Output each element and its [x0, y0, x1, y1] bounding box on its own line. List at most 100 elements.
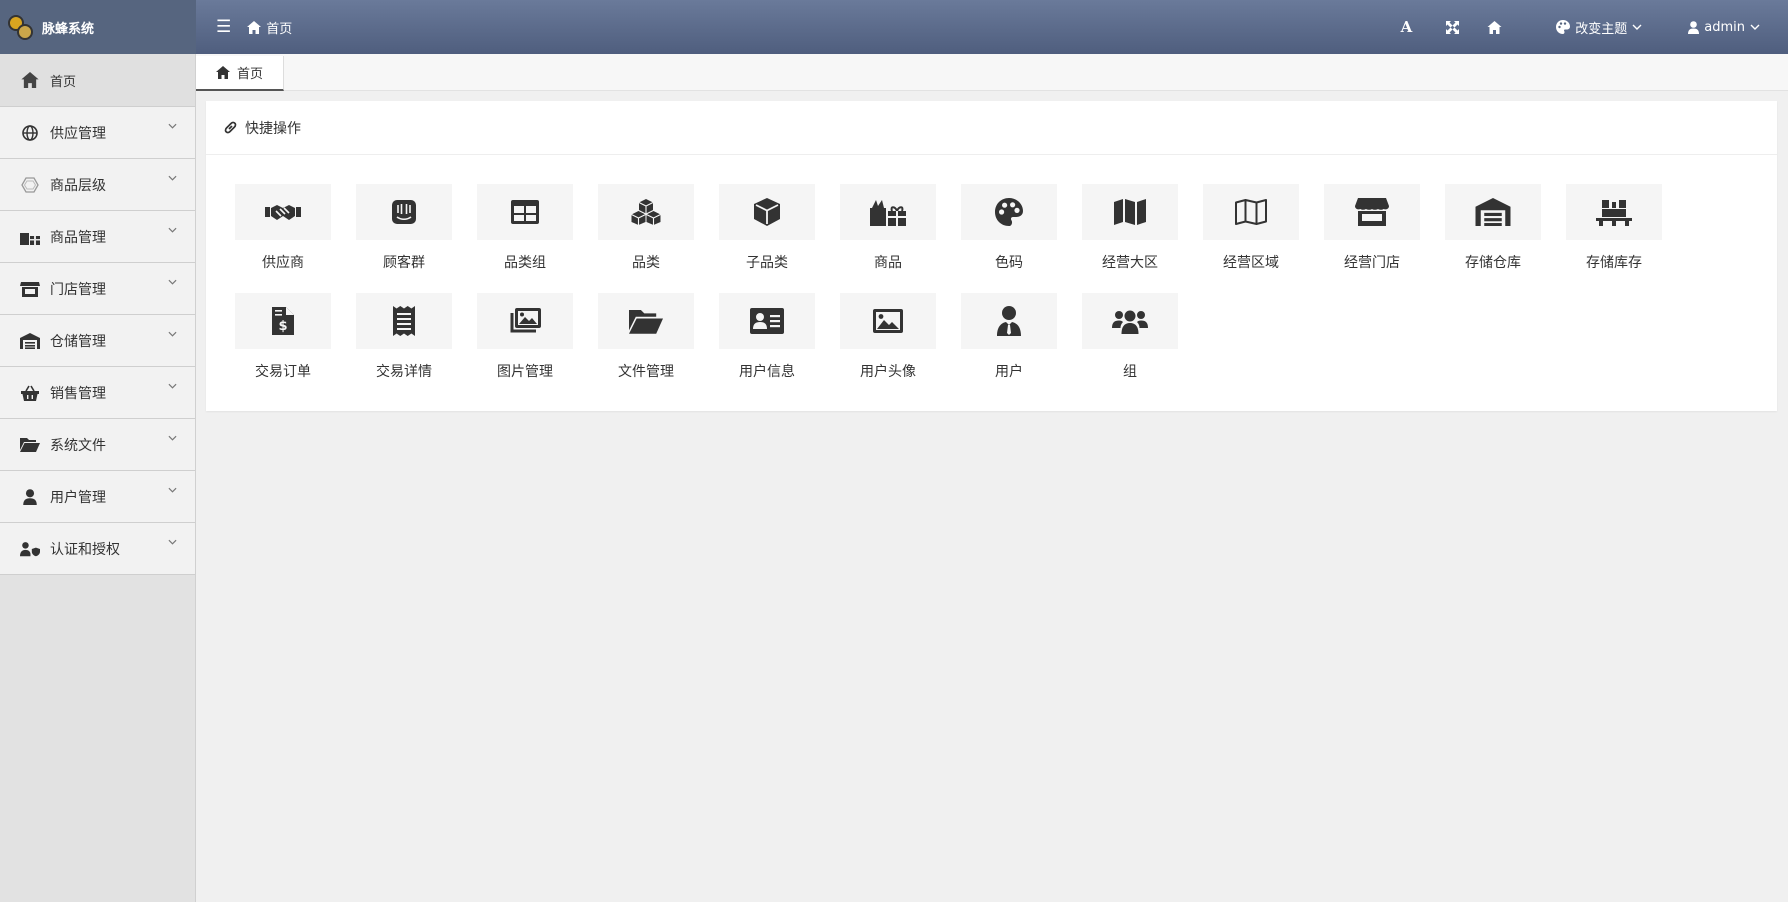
- tile-business-region[interactable]: 经营大区: [1082, 184, 1178, 272]
- tile-label: 存储库存: [1586, 255, 1642, 271]
- tile-label: 用户头像: [860, 364, 916, 380]
- warehouse-icon: [20, 331, 40, 351]
- sidebar-item-label: 商品管理: [50, 229, 106, 246]
- chevron-down-icon: [1632, 24, 1642, 30]
- tile-label: 商品: [874, 255, 902, 271]
- chevron-down-icon: [168, 383, 177, 389]
- tile-storage-warehouse[interactable]: 存储仓库: [1445, 184, 1541, 272]
- folder-open-icon: [20, 435, 40, 455]
- tile-business-store[interactable]: 经营门店: [1324, 184, 1420, 272]
- tab-label: 首页: [236, 67, 263, 82]
- logo-icon: [6, 12, 36, 42]
- palette-icon: [1556, 20, 1571, 34]
- tile-group[interactable]: 组: [1082, 293, 1178, 381]
- user-shield-icon: [20, 539, 40, 559]
- fullscreen-icon[interactable]: [1432, 0, 1473, 54]
- user-icon: [1688, 20, 1700, 34]
- palette-icon: [995, 198, 1023, 226]
- tile-user-info[interactable]: 用户信息: [719, 293, 815, 381]
- tile-label: 经营门店: [1344, 255, 1400, 271]
- table-icon: [511, 200, 539, 224]
- tile-label: 组: [1123, 364, 1137, 380]
- gifts-icon: [20, 227, 40, 247]
- id-card-icon: [750, 308, 784, 334]
- tile-label: 文件管理: [618, 364, 674, 380]
- cube-icon: [754, 198, 780, 226]
- tile-supplier[interactable]: 供应商: [235, 184, 331, 272]
- tile-user-avatar[interactable]: 用户头像: [840, 293, 936, 381]
- menu-toggle-icon[interactable]: ☰: [216, 17, 231, 37]
- tile-customer-group[interactable]: 顾客群: [356, 184, 452, 272]
- chevron-down-icon: [168, 539, 177, 545]
- home-icon: [247, 20, 262, 34]
- sidebar-item-label: 销售管理: [50, 385, 106, 402]
- tile-label: 经营大区: [1102, 255, 1158, 271]
- sidebar-item-stores[interactable]: 门店管理: [0, 263, 195, 315]
- users-icon: [1112, 310, 1148, 334]
- link-icon: [224, 121, 237, 134]
- globe-icon: [20, 123, 40, 143]
- chevron-down-icon: [168, 487, 177, 493]
- font-size-button[interactable]: A: [1387, 0, 1427, 54]
- theme-dropdown[interactable]: 改变主题: [1542, 0, 1656, 54]
- tile-trade-detail[interactable]: 交易详情: [356, 293, 452, 381]
- topbar-home-link[interactable]: 首页: [247, 18, 292, 37]
- chevron-down-icon: [168, 435, 177, 441]
- tile-category[interactable]: 品类: [598, 184, 694, 272]
- store-icon: [20, 279, 40, 299]
- sidebar-item-label: 认证和授权: [50, 541, 120, 558]
- tile-label: 色码: [995, 255, 1023, 271]
- user-dropdown[interactable]: admin: [1674, 0, 1774, 54]
- tile-label: 品类: [632, 255, 660, 271]
- sidebar-item-label: 系统文件: [50, 437, 106, 454]
- tile-label: 供应商: [262, 255, 304, 271]
- user-tie-icon: [997, 306, 1021, 336]
- sidebar-item-users[interactable]: 用户管理: [0, 471, 195, 523]
- home-icon: [20, 70, 40, 90]
- tile-label: 存储仓库: [1465, 255, 1521, 271]
- tab-bar: 首页: [196, 54, 1788, 91]
- tile-trade-order[interactable]: $ 交易订单: [235, 293, 331, 381]
- tile-business-area[interactable]: 经营区域: [1203, 184, 1299, 272]
- tile-storage-inventory[interactable]: 存储库存: [1566, 184, 1662, 272]
- sidebar-item-auth[interactable]: 认证和授权: [0, 523, 195, 575]
- sidebar-item-sales[interactable]: 销售管理: [0, 367, 195, 419]
- sidebar-item-supply[interactable]: 供应管理: [0, 107, 195, 159]
- image-icon: [873, 309, 903, 333]
- tab-home[interactable]: 首页: [196, 56, 284, 91]
- hexagon-icon: [20, 175, 40, 195]
- chevron-down-icon: [1750, 24, 1760, 30]
- intercom-icon: [392, 200, 416, 224]
- sidebar-item-warehouse[interactable]: 仓储管理: [0, 315, 195, 367]
- brand-name: 脉蜂系统: [42, 21, 95, 37]
- tile-image-manage[interactable]: 图片管理: [477, 293, 573, 381]
- cubes-icon: [631, 199, 661, 225]
- sidebar-item-home[interactable]: 首页: [0, 54, 195, 107]
- folder-open-icon: [629, 309, 663, 334]
- tile-category-group[interactable]: 品类组: [477, 184, 573, 272]
- tile-product[interactable]: 商品: [840, 184, 936, 272]
- sidebar-item-files[interactable]: 系统文件: [0, 419, 195, 471]
- store-icon: [1355, 198, 1389, 226]
- tile-label: 经营区域: [1223, 255, 1279, 271]
- warehouse-icon: [1475, 198, 1511, 226]
- tile-subcategory[interactable]: 子品类: [719, 184, 815, 272]
- home-button[interactable]: [1473, 0, 1516, 54]
- home-icon: [215, 66, 230, 79]
- tile-label: 用户信息: [739, 364, 795, 380]
- tile-user[interactable]: 用户: [961, 293, 1057, 381]
- top-bar: 脉蜂系统 ☰ 首页 A 改变主题 admin: [0, 0, 1788, 54]
- sidebar-item-products[interactable]: 商品管理: [0, 211, 195, 263]
- brand[interactable]: 脉蜂系统: [0, 0, 196, 54]
- theme-label: 改变主题: [1575, 21, 1628, 37]
- home-icon: [1487, 20, 1502, 34]
- map-outline-icon: [1235, 199, 1267, 225]
- tile-label: 顾客群: [383, 255, 425, 271]
- sidebar: 首页 供应管理 商品层级 商品管理 门店管理 仓储管理 销售管理 系统文件 用户…: [0, 54, 196, 902]
- tile-color-code[interactable]: 色码: [961, 184, 1057, 272]
- sidebar-item-levels[interactable]: 商品层级: [0, 159, 195, 211]
- images-icon: [510, 308, 541, 333]
- svg-text:$: $: [278, 319, 287, 334]
- sidebar-item-label: 商品层级: [50, 177, 106, 194]
- tile-file-manage[interactable]: 文件管理: [598, 293, 694, 381]
